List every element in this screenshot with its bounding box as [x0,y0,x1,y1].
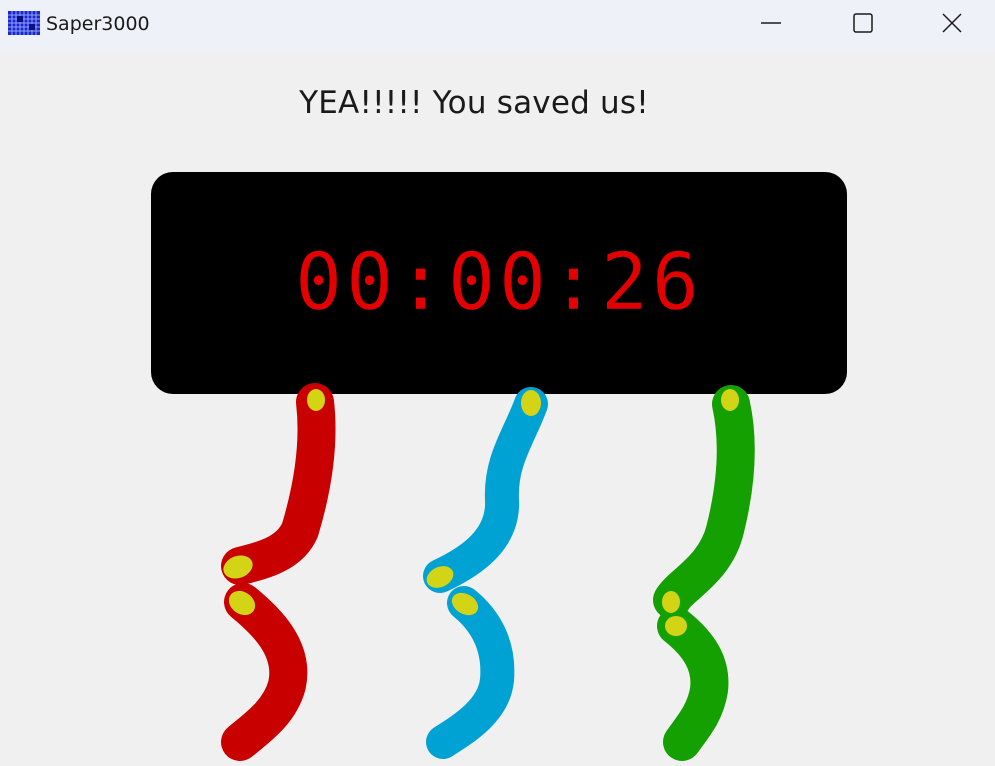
red-wire-upper [221,383,336,585]
close-button[interactable] [909,0,995,46]
green-wire-upper [653,385,755,619]
title-bar[interactable]: Saper3000 [0,0,995,50]
grid-app-icon [8,10,40,36]
green-wire[interactable] [653,385,755,761]
app-window: Saper3000 YEA!!!!! You saved us! 00:00:2… [0,0,995,766]
bomb-wires [220,383,755,761]
close-icon [941,12,963,34]
green-wire-lower [657,607,729,761]
blue-wire[interactable] [423,387,548,759]
blue-wire-top-tip [521,390,541,416]
maximize-button[interactable] [817,0,909,46]
red-wire-top-tip [307,389,325,411]
maximize-icon [852,12,874,34]
window-title: Saper3000 [46,13,150,35]
green-wire-cut-tip-lower [665,616,687,636]
minimize-button[interactable] [725,0,817,46]
red-wire[interactable] [220,383,336,761]
blue-wire-upper [423,387,548,593]
blue-wire-lower [426,586,515,759]
minimize-icon [760,12,782,34]
green-wire-top-tip [721,389,739,411]
game-area: YEA!!!!! You saved us! 00:00:26 [0,50,995,766]
red-wire-lower [221,583,308,761]
green-wire-cut-tip-upper [662,591,680,613]
